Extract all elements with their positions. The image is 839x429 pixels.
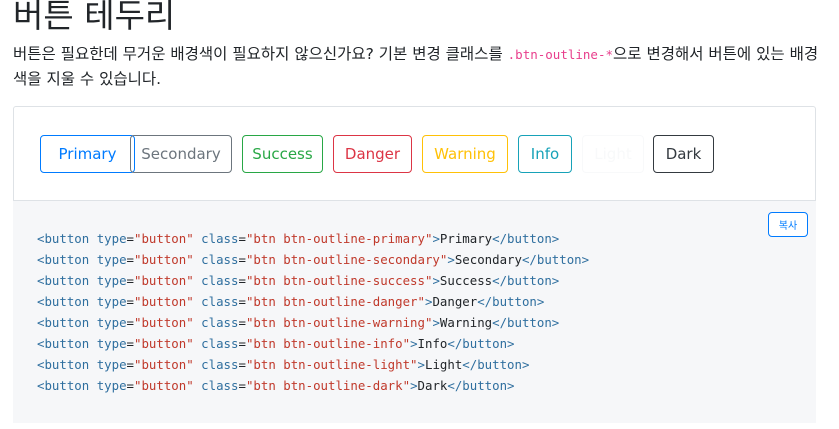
page-title: 버튼 테두리 xyxy=(13,0,176,35)
code-line: <button type="button" class="btn btn-out… xyxy=(37,378,515,393)
outline-success-button[interactable]: Success xyxy=(242,135,323,173)
section-description: 버튼은 필요한데 무거운 배경색이 필요하지 않으신가요? 기본 변경 클래스를… xyxy=(13,42,831,91)
code-line: <button type="button" class="btn btn-out… xyxy=(37,294,545,309)
inline-code: .btn-outline-* xyxy=(507,47,613,62)
code-block: 복사 <button type="button" class="btn btn-… xyxy=(13,201,816,423)
outline-primary-button[interactable]: Primary xyxy=(40,135,135,173)
example-preview: Primary Secondary Success Danger Warning… xyxy=(13,106,816,201)
outline-secondary-button[interactable]: Secondary xyxy=(130,135,232,173)
outline-info-button[interactable]: Info xyxy=(518,135,572,173)
description-text-before: 버튼은 필요한데 무거운 배경색이 필요하지 않으신가요? 기본 변경 클래스를 xyxy=(13,45,508,63)
code-line: <button type="button" class="btn btn-out… xyxy=(37,231,560,246)
code-snippet: <button type="button" class="btn btn-out… xyxy=(37,228,589,396)
outline-warning-button[interactable]: Warning xyxy=(422,135,508,173)
code-line: <button type="button" class="btn btn-out… xyxy=(37,273,560,288)
copy-button[interactable]: 복사 xyxy=(768,212,808,237)
outline-dark-button[interactable]: Dark xyxy=(653,135,714,173)
code-line: <button type="button" class="btn btn-out… xyxy=(37,315,560,330)
code-line: <button type="button" class="btn btn-out… xyxy=(37,252,590,267)
code-line: <button type="button" class="btn btn-out… xyxy=(37,357,530,372)
outline-light-button[interactable]: Light xyxy=(582,135,644,173)
outline-danger-button[interactable]: Danger xyxy=(333,135,412,173)
code-line: <button type="button" class="btn btn-out… xyxy=(37,336,515,351)
